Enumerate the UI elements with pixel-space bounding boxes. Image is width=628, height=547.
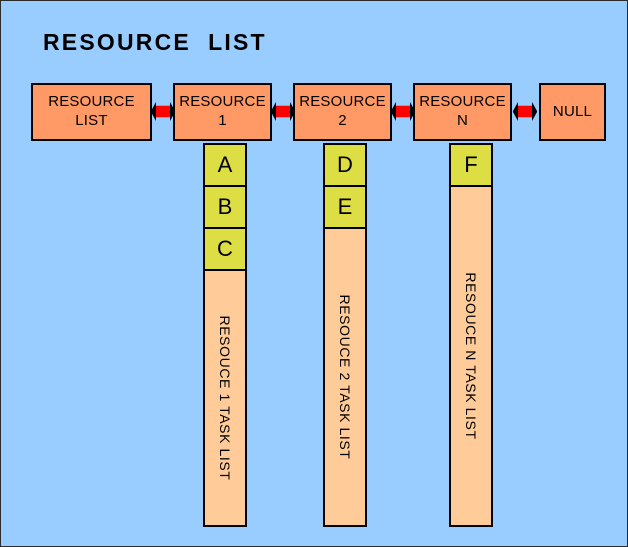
task-cell[interactable]: A (205, 145, 245, 187)
resource-box-n[interactable]: RESOURCE N (413, 83, 512, 141)
task-column-resource-n: F RESOUCE N TASK LIST (449, 143, 493, 527)
resource-box-2[interactable]: RESOURCE 2 (293, 83, 392, 141)
double-arrow-icon (513, 102, 537, 121)
task-column-label: RESOUCE N TASK LIST (463, 272, 479, 440)
task-cell[interactable]: E (325, 187, 365, 229)
arrow-n-to-null (513, 101, 537, 123)
task-column-resource-2: D E RESOUCE 2 TASK LIST (323, 143, 367, 527)
task-cell[interactable]: D (325, 145, 365, 187)
double-arrow-icon (151, 102, 175, 121)
resource-box-list-head[interactable]: RESOURCE LIST (31, 83, 152, 141)
task-cell[interactable]: C (205, 229, 245, 271)
double-arrow-icon (391, 102, 415, 121)
diagram-canvas: RESOURCE LIST RESOURCE LIST RESOURCE 1 R… (0, 0, 628, 547)
task-column-label: RESOUCE 1 TASK LIST (217, 315, 233, 481)
task-column-body: RESOUCE 2 TASK LIST (325, 229, 365, 525)
task-cell[interactable]: F (451, 145, 491, 187)
resource-box-1[interactable]: RESOURCE 1 (173, 83, 272, 141)
resource-box-null[interactable]: NULL (539, 83, 606, 141)
arrow-1-to-2 (271, 101, 295, 123)
task-column-label: RESOUCE 2 TASK LIST (337, 294, 353, 460)
arrow-list-to-1 (151, 101, 175, 123)
task-column-body: RESOUCE N TASK LIST (451, 187, 491, 525)
page-title: RESOURCE LIST (43, 29, 267, 55)
task-column-resource-1: A B C RESOUCE 1 TASK LIST (203, 143, 247, 527)
arrow-2-to-n (391, 101, 415, 123)
double-arrow-icon (271, 102, 295, 121)
task-cell[interactable]: B (205, 187, 245, 229)
task-column-body: RESOUCE 1 TASK LIST (205, 271, 245, 525)
